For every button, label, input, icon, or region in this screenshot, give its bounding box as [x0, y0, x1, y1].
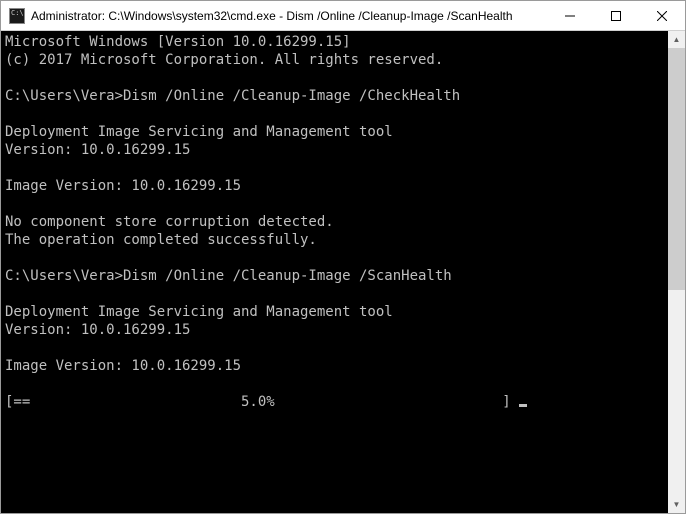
terminal-line [5, 375, 664, 393]
terminal-line [5, 195, 664, 213]
terminal-line: Deployment Image Servicing and Managemen… [5, 123, 664, 141]
titlebar-controls [547, 1, 685, 30]
terminal-line: Version: 10.0.16299.15 [5, 321, 664, 339]
titlebar[interactable]: Administrator: C:\Windows\system32\cmd.e… [1, 1, 685, 31]
maximize-icon [611, 11, 621, 21]
terminal-line: No component store corruption detected. [5, 213, 664, 231]
window-title: Administrator: C:\Windows\system32\cmd.e… [31, 9, 547, 23]
cursor [519, 404, 527, 407]
terminal-line: Image Version: 10.0.16299.15 [5, 357, 664, 375]
terminal-line: The operation completed successfully. [5, 231, 664, 249]
minimize-icon [565, 11, 575, 21]
scrollbar-track[interactable] [668, 48, 685, 496]
terminal-line: C:\Users\Vera>Dism /Online /Cleanup-Imag… [5, 87, 664, 105]
terminal-line [5, 339, 664, 357]
cmd-icon [9, 8, 25, 24]
close-button[interactable] [639, 1, 685, 30]
terminal-line [5, 105, 664, 123]
cmd-window: Administrator: C:\Windows\system32\cmd.e… [0, 0, 686, 514]
terminal-line: (c) 2017 Microsoft Corporation. All righ… [5, 51, 664, 69]
vertical-scrollbar[interactable]: ▲ ▼ [668, 31, 685, 513]
terminal-line: Image Version: 10.0.16299.15 [5, 177, 664, 195]
minimize-button[interactable] [547, 1, 593, 30]
client-area: Microsoft Windows [Version 10.0.16299.15… [1, 31, 685, 513]
terminal-output[interactable]: Microsoft Windows [Version 10.0.16299.15… [1, 31, 668, 513]
maximize-button[interactable] [593, 1, 639, 30]
terminal-line [5, 249, 664, 267]
terminal-line [5, 285, 664, 303]
terminal-line: Deployment Image Servicing and Managemen… [5, 303, 664, 321]
terminal-line: C:\Users\Vera>Dism /Online /Cleanup-Imag… [5, 267, 664, 285]
scroll-down-button[interactable]: ▼ [668, 496, 685, 513]
close-icon [657, 11, 667, 21]
terminal-line: Version: 10.0.16299.15 [5, 141, 664, 159]
terminal-line [5, 159, 664, 177]
scroll-up-button[interactable]: ▲ [668, 31, 685, 48]
progress-line: [== 5.0% ] [5, 393, 664, 411]
terminal-line: Microsoft Windows [Version 10.0.16299.15… [5, 33, 664, 51]
terminal-line [5, 69, 664, 87]
scrollbar-thumb[interactable] [668, 48, 685, 290]
